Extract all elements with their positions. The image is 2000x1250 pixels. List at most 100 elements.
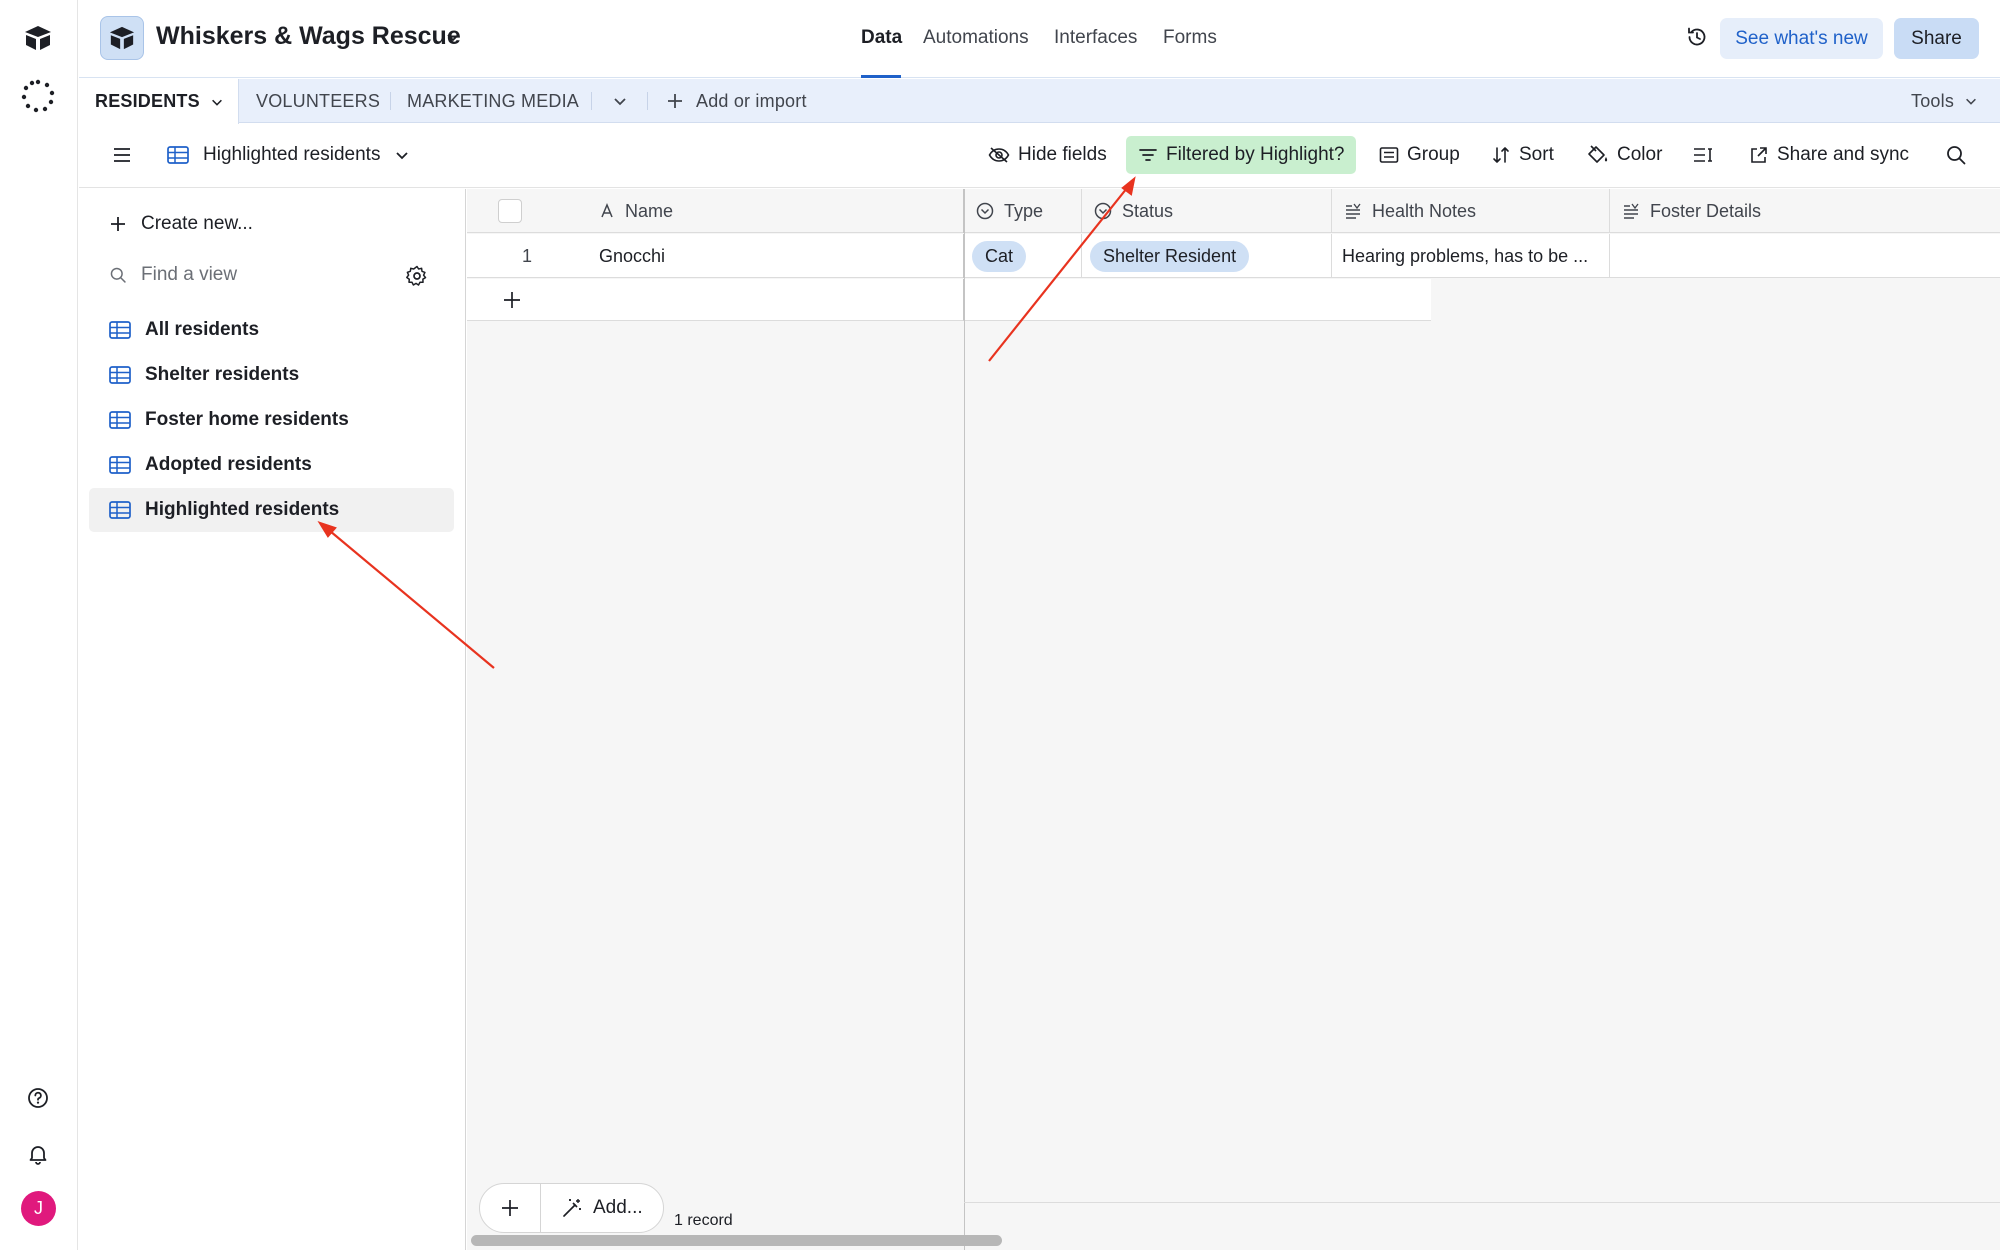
- hamburger-icon[interactable]: [112, 136, 132, 174]
- sort-label: Sort: [1519, 144, 1554, 165]
- add-label: Add...: [593, 1197, 643, 1218]
- nav-interfaces[interactable]: Interfaces: [1054, 27, 1137, 49]
- long-text-icon: [1346, 203, 1361, 219]
- column-header-health-notes[interactable]: Health Notes: [1332, 189, 1610, 233]
- grid-header: Name Type Status Health Notes Foster Det…: [467, 189, 2000, 233]
- color-label: Color: [1617, 144, 1663, 165]
- tab-divider: [390, 92, 391, 110]
- status-pill: Shelter Resident: [1090, 240, 1250, 272]
- chevron-down-icon[interactable]: [445, 29, 461, 45]
- add-row-button[interactable]: [467, 279, 964, 321]
- grid-view-icon: [109, 501, 131, 519]
- find-view-input[interactable]: Find a view: [89, 253, 454, 297]
- cell-type[interactable]: Cat: [964, 234, 1082, 278]
- search-icon: [110, 267, 126, 283]
- share-and-sync-label: Share and sync: [1777, 144, 1910, 165]
- horizontal-scrollbar[interactable]: [471, 1235, 1002, 1246]
- base-logo-icon[interactable]: [100, 16, 144, 60]
- long-text-icon: [1624, 203, 1639, 219]
- table-tabs-bar: RESIDENTS VOLUNTEERS MARKETING MEDIA Add…: [79, 79, 2000, 124]
- chevron-down-icon[interactable]: [210, 95, 224, 109]
- views-sidebar: Create new... Find a view All residents …: [79, 189, 466, 1250]
- tab-marketing-media[interactable]: MARKETING MEDIA: [407, 79, 579, 123]
- column-header-status[interactable]: Status: [1082, 189, 1332, 233]
- eye-off-icon: [988, 147, 1010, 163]
- table-row[interactable]: 1 Gnocchi Cat Shelter Resident Hearing p…: [467, 234, 2000, 278]
- left-rail: J: [0, 0, 78, 1250]
- tab-volunteers[interactable]: VOLUNTEERS: [256, 79, 380, 123]
- column-label: Status: [1122, 200, 1174, 221]
- hide-fields-button[interactable]: Hide fields: [988, 136, 1107, 174]
- base-name[interactable]: Whiskers & Wags Rescue: [156, 22, 461, 51]
- grid-view-icon: [167, 146, 189, 164]
- omni-icon[interactable]: [19, 77, 57, 115]
- column-label: Foster Details: [1650, 200, 1762, 221]
- view-adopted-residents[interactable]: Adopted residents: [89, 443, 454, 487]
- chevron-down-icon: [1966, 98, 1976, 105]
- share-button[interactable]: Share: [1894, 18, 1979, 59]
- bell-icon[interactable]: [19, 1135, 57, 1173]
- airtable-logo-icon[interactable]: [19, 19, 57, 57]
- nav-data[interactable]: Data: [861, 27, 902, 49]
- view-label: Shelter residents: [145, 364, 300, 385]
- select-all-checkbox[interactable]: [467, 189, 587, 233]
- create-new-view-button[interactable]: Create new...: [89, 202, 454, 246]
- plus-icon: [502, 1200, 518, 1216]
- avatar[interactable]: J: [21, 1191, 56, 1226]
- top-header: Whiskers & Wags Rescue Data Automations …: [79, 0, 2000, 78]
- history-icon[interactable]: [1685, 25, 1709, 49]
- add-or-import-button[interactable]: Add or import: [666, 79, 807, 123]
- view-switcher[interactable]: Highlighted residents: [167, 136, 410, 174]
- chevron-down-icon: [396, 152, 409, 160]
- tab-label: RESIDENTS: [95, 91, 200, 111]
- grid-view-icon: [109, 366, 131, 384]
- frozen-column-divider: [964, 189, 965, 1250]
- view-all-residents[interactable]: All residents: [89, 308, 454, 352]
- sort-button[interactable]: Sort: [1491, 136, 1554, 174]
- add-with-ai-button[interactable]: Add...: [541, 1184, 663, 1232]
- cell-status[interactable]: Shelter Resident: [1082, 234, 1332, 278]
- view-label: Highlighted residents: [145, 499, 340, 520]
- search-icon[interactable]: [1945, 136, 1967, 174]
- more-tabs-chevron-icon[interactable]: [612, 79, 628, 123]
- nav-forms[interactable]: Forms: [1163, 27, 1217, 49]
- tools-label: Tools: [1911, 90, 1955, 111]
- add-record-button[interactable]: [480, 1184, 540, 1232]
- hide-fields-label: Hide fields: [1018, 144, 1107, 165]
- tools-menu[interactable]: Tools: [1911, 79, 1978, 123]
- cell-name[interactable]: Gnocchi: [587, 234, 964, 278]
- add-or-import-label: Add or import: [696, 90, 807, 111]
- view-highlighted-residents[interactable]: Highlighted residents: [89, 488, 454, 532]
- see-whats-new-button[interactable]: See what's new: [1720, 18, 1883, 59]
- cell-foster-details[interactable]: [1610, 234, 2000, 278]
- column-header-foster-details[interactable]: Foster Details: [1610, 189, 2000, 233]
- color-button[interactable]: Color: [1587, 136, 1662, 174]
- bottom-action-bar: Add...: [479, 1183, 664, 1233]
- row-height-icon[interactable]: [1692, 136, 1714, 174]
- plus-icon: [504, 292, 520, 308]
- records-grid: Name Type Status Health Notes Foster Det…: [467, 189, 2000, 1250]
- tab-residents[interactable]: RESIDENTS: [79, 79, 239, 124]
- view-foster-home-residents[interactable]: Foster home residents: [89, 398, 454, 442]
- grid-view-icon: [109, 456, 131, 474]
- grid-view-icon: [109, 411, 131, 429]
- column-header-name[interactable]: Name: [587, 189, 964, 233]
- view-shelter-residents[interactable]: Shelter residents: [89, 353, 454, 397]
- column-header-type[interactable]: Type: [964, 189, 1082, 233]
- filter-label: Filtered by Highlight?: [1166, 144, 1345, 165]
- group-button[interactable]: Group: [1379, 136, 1460, 174]
- checkbox[interactable]: [498, 199, 522, 223]
- gear-icon[interactable]: [406, 265, 428, 287]
- view-label: All residents: [145, 319, 260, 340]
- filter-button[interactable]: Filtered by Highlight?: [1126, 136, 1357, 174]
- nav-automations[interactable]: Automations: [923, 27, 1029, 49]
- tab-divider: [591, 92, 592, 110]
- sort-icon: [1493, 147, 1509, 163]
- view-toolbar: Highlighted residents Hide fields Filter…: [79, 124, 2000, 188]
- type-pill: Cat: [972, 240, 1027, 272]
- cell-health-notes[interactable]: Hearing problems, has to be ...: [1332, 234, 1610, 278]
- paint-bucket-icon: [1588, 145, 1608, 163]
- single-select-icon: [1094, 202, 1112, 220]
- help-icon[interactable]: [19, 1079, 57, 1117]
- share-and-sync-button[interactable]: Share and sync: [1749, 136, 1909, 174]
